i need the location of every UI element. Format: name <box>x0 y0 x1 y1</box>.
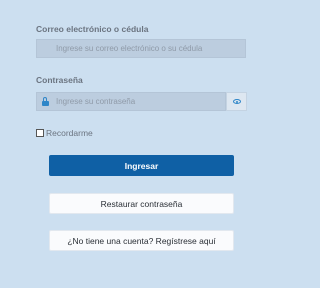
remember-me[interactable]: Recordarme <box>36 128 93 138</box>
email-input[interactable] <box>53 40 245 57</box>
email-label: Correo electrónico o cédula <box>36 24 149 34</box>
remember-label: Recordarme <box>46 128 93 138</box>
eye-icon <box>232 99 241 104</box>
password-field[interactable] <box>36 92 226 111</box>
remember-checkbox[interactable] <box>36 129 44 137</box>
restore-password-button[interactable]: Restaurar contraseña <box>49 193 234 214</box>
password-label: Contraseña <box>36 75 83 85</box>
email-field[interactable] <box>36 39 246 58</box>
password-input[interactable] <box>53 93 225 110</box>
register-button[interactable]: ¿No tiene una cuenta? Regístrese aquí <box>49 230 234 251</box>
toggle-password-visibility-button[interactable] <box>226 92 247 111</box>
lock-icon <box>37 93 53 110</box>
email-field-icon-slot <box>37 40 53 57</box>
login-button[interactable]: Ingresar <box>49 155 234 176</box>
